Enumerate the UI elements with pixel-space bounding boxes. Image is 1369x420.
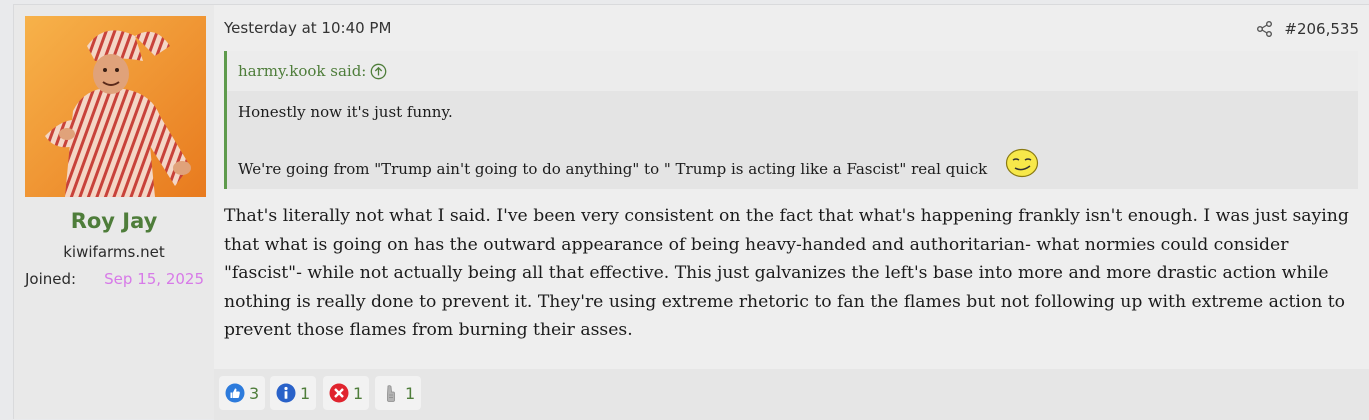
avatar-image (25, 16, 206, 197)
share-icon[interactable] (1256, 20, 1274, 38)
joined-date: Sep 15, 2025 (104, 270, 204, 288)
post-number-link[interactable]: #206,535 (1284, 20, 1359, 38)
joined-label: Joined: (25, 270, 77, 288)
smug-smiley-icon (1005, 148, 1039, 178)
thumbs-up-icon (225, 383, 245, 403)
reaction-count: 1 (405, 383, 416, 403)
reaction-thumbs-up[interactable]: 3 (219, 376, 266, 410)
quote-author-link[interactable]: harmy.kook said: (238, 62, 366, 80)
quote-header: harmy.kook said: (227, 51, 1358, 91)
reaction-count: 1 (353, 383, 364, 403)
quote-text-line: We're going from "Trump ain't going to d… (238, 160, 988, 178)
info-icon (276, 383, 296, 403)
quote-block: harmy.kook said: Honestly now it's just … (224, 51, 1358, 189)
reaction-thumb[interactable]: 1 (375, 376, 422, 410)
username[interactable]: Roy Jay (14, 209, 214, 233)
forum-post: Roy Jay kiwifarms.net Joined: Sep 15, 20… (13, 4, 1369, 420)
post-body-text: That's literally not what I said. I've b… (224, 206, 1349, 340)
reaction-informative[interactable]: 1 (270, 376, 317, 410)
arrow-up-circle-icon[interactable] (370, 63, 387, 80)
reaction-disagree[interactable]: 1 (323, 376, 370, 410)
reaction-count: 1 (300, 383, 311, 403)
user-sidebar: Roy Jay kiwifarms.net Joined: Sep 15, 20… (14, 5, 214, 419)
thumb-grey-icon (387, 385, 395, 402)
quote-text-line: Honestly now it's just funny. (238, 103, 453, 121)
reactions-bar: 3 1 1 1 (214, 369, 1369, 420)
post-date[interactable]: Yesterday at 10:40 PM (224, 19, 391, 37)
user-title: kiwifarms.net (63, 243, 165, 261)
post-main: Yesterday at 10:40 PM #206,535 harmy.koo… (214, 5, 1369, 420)
x-mark-icon (329, 383, 349, 403)
user-avatar[interactable] (25, 16, 206, 197)
reaction-count: 3 (249, 383, 260, 403)
